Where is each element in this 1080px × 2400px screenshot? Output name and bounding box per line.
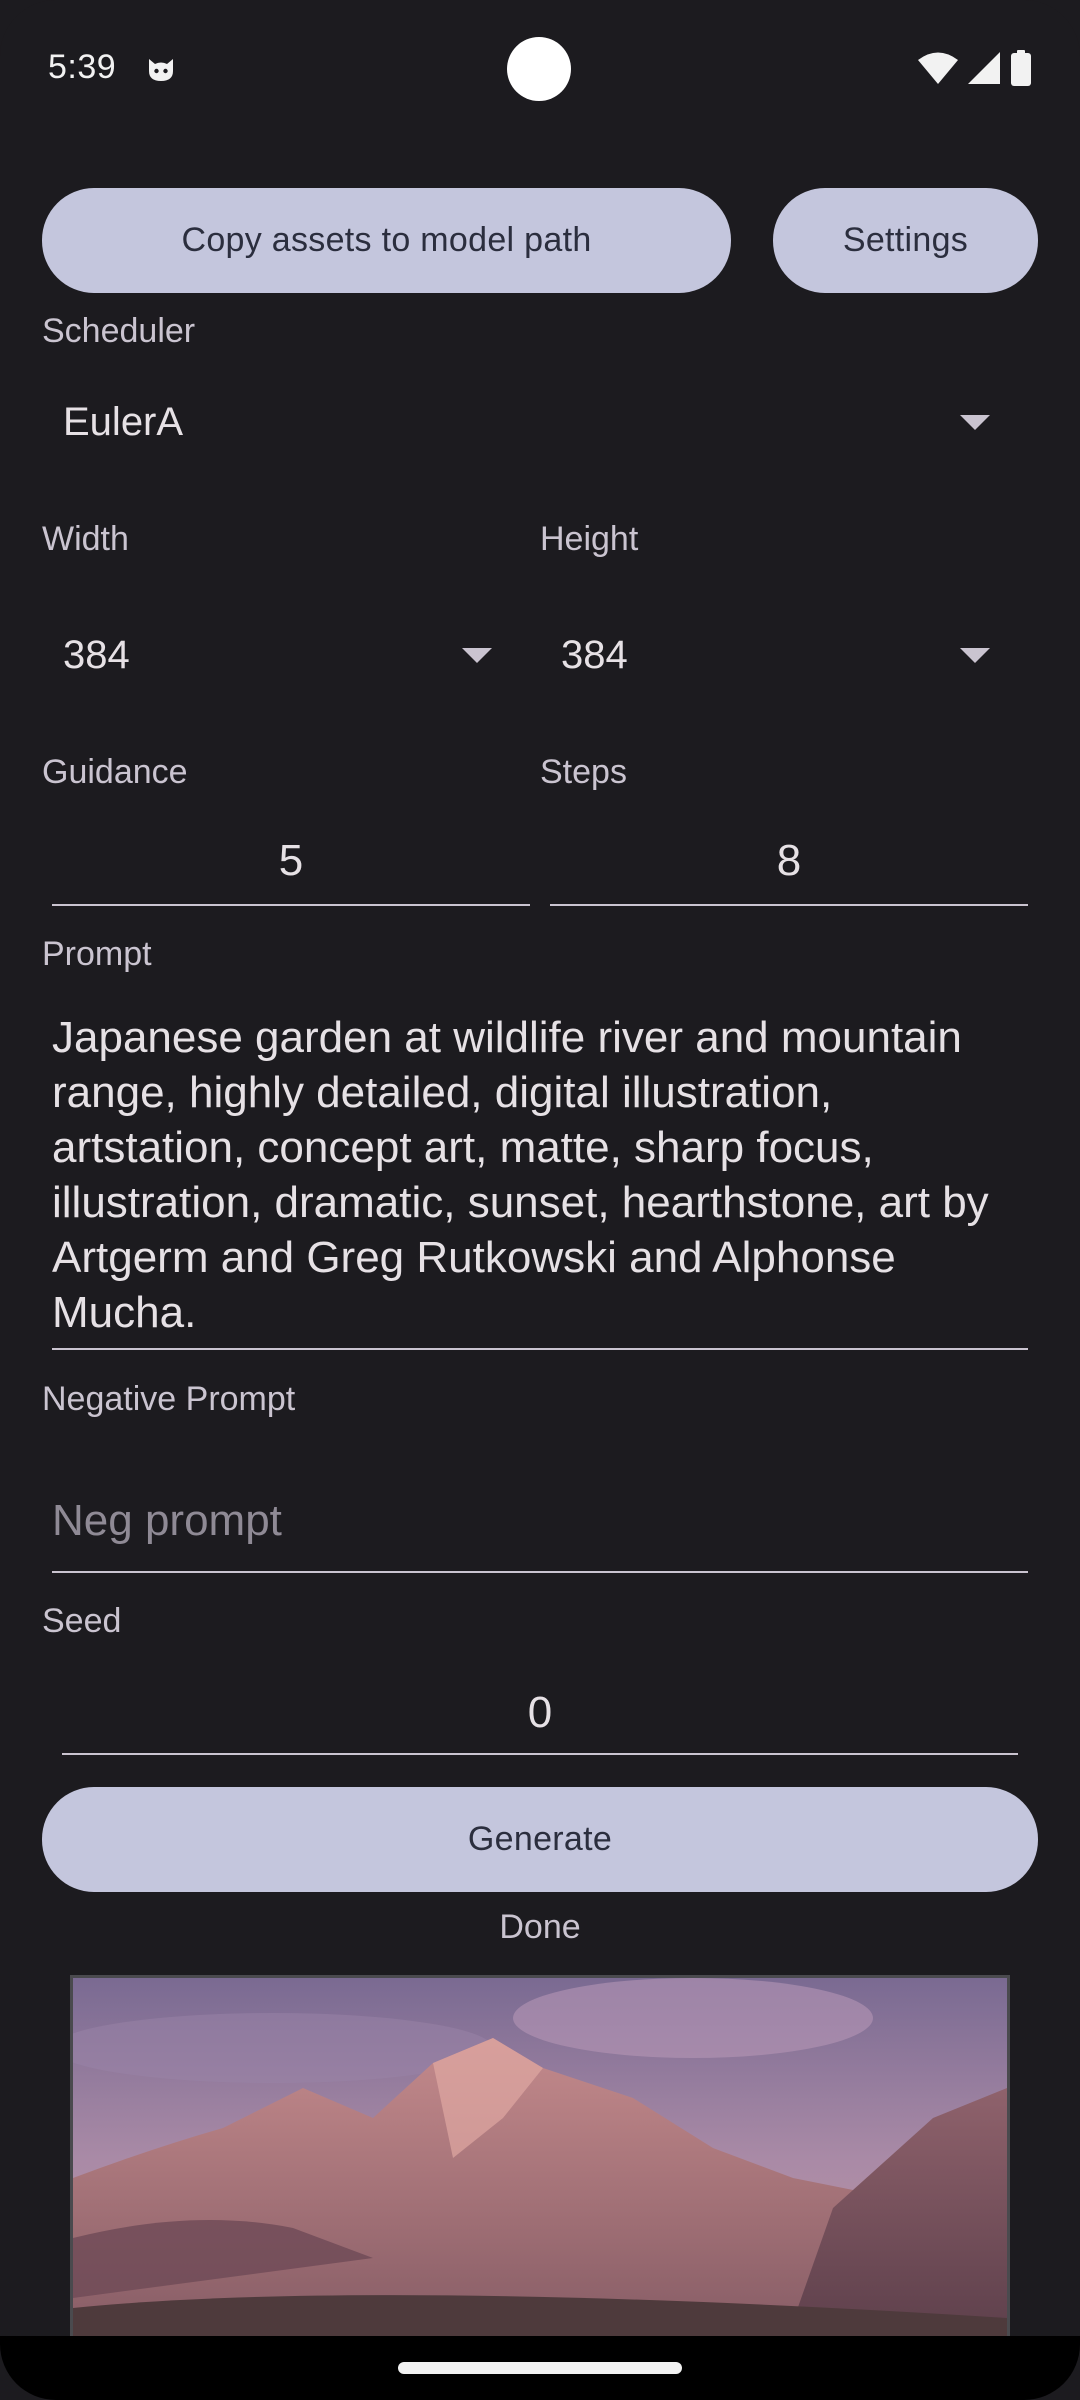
- cellular-signal-icon: [968, 52, 1000, 84]
- generate-button[interactable]: Generate: [42, 1787, 1038, 1892]
- seed-label: Seed: [42, 1602, 122, 1640]
- width-dropdown[interactable]: 384: [42, 615, 502, 695]
- height-dropdown[interactable]: 384: [540, 615, 1000, 695]
- scheduler-dropdown[interactable]: EulerA: [42, 382, 1002, 462]
- home-gesture-handle[interactable]: [398, 2362, 682, 2374]
- front-camera: [507, 37, 571, 101]
- scheduler-value: EulerA: [63, 399, 184, 444]
- width-value: 384: [63, 632, 130, 677]
- status-icons: [918, 48, 1032, 88]
- guidance-input[interactable]: 5: [52, 818, 530, 906]
- dropdown-arrow-icon: [960, 415, 990, 430]
- guidance-label: Guidance: [42, 753, 188, 791]
- dropdown-arrow-icon: [462, 648, 492, 663]
- battery-icon: [1011, 50, 1031, 86]
- prompt-label: Prompt: [42, 935, 152, 973]
- wifi-icon: [918, 52, 958, 84]
- steps-input[interactable]: 8: [550, 818, 1028, 906]
- scheduler-label: Scheduler: [42, 312, 196, 350]
- negative-prompt-input[interactable]: Neg prompt: [52, 1470, 1028, 1573]
- negative-prompt-label: Negative Prompt: [42, 1380, 296, 1418]
- seed-input[interactable]: 0: [62, 1672, 1018, 1755]
- settings-button[interactable]: Settings: [773, 188, 1038, 293]
- status-bar: 5:39: [0, 0, 1080, 140]
- prompt-input[interactable]: Japanese garden at wildlife river and mo…: [52, 1008, 1028, 1350]
- generated-image-painting: [73, 1978, 1007, 2375]
- generation-status: Done: [499, 1908, 581, 1946]
- height-label: Height: [540, 520, 639, 558]
- cat-face-icon: [149, 59, 173, 81]
- steps-label: Steps: [540, 753, 627, 791]
- width-label: Width: [42, 520, 129, 558]
- app-screen: 5:39 Copy assets to model path Settings …: [0, 0, 1080, 2400]
- height-value: 384: [561, 632, 628, 677]
- status-time: 5:39: [48, 48, 117, 86]
- copy-assets-button[interactable]: Copy assets to model path: [42, 188, 731, 293]
- generated-image: [70, 1975, 1010, 2375]
- dropdown-arrow-icon: [960, 648, 990, 663]
